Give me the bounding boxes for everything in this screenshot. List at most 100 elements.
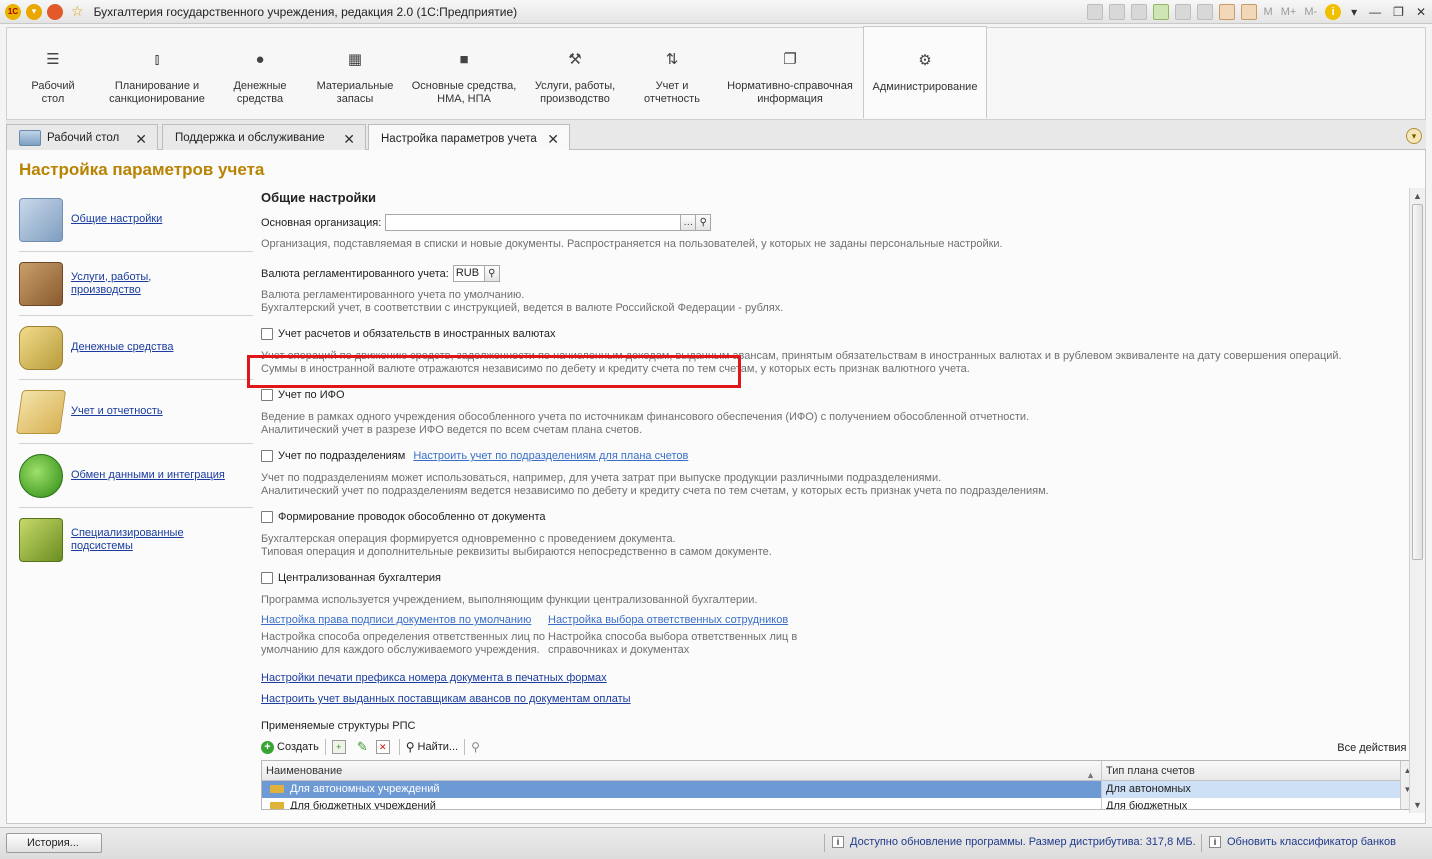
section-accounting[interactable]: ⇅ Учет и отчетность [627, 28, 717, 120]
memory-button-m-minus[interactable]: M- [1304, 6, 1317, 18]
entries-desc-1: Бухгалтерская операция формируется однов… [261, 533, 676, 545]
section-services[interactable]: ⚒ Услуги, работы, производство [523, 28, 627, 120]
scroll-down-icon[interactable]: ▼ [1410, 797, 1425, 813]
dept-checkbox[interactable] [261, 450, 273, 462]
update-message[interactable]: i Доступно обновление программы. Размер … [832, 836, 1196, 848]
ifo-row: Учет по ИФО [261, 389, 345, 401]
restore-icon[interactable]: ❐ [1393, 5, 1404, 19]
nav-item-exchange[interactable]: Обмен данными и интеграция [19, 444, 253, 508]
org-field-highlight [247, 355, 741, 388]
close-tab-icon[interactable]: ✕ [343, 131, 355, 148]
column-name[interactable]: Наименование ▲ [262, 761, 1102, 781]
window-title: Бухгалтерия государственного учреждения,… [93, 4, 518, 19]
create-button[interactable]: + Создать [261, 740, 319, 754]
update-banks-message[interactable]: i Обновить классификатор банков [1209, 836, 1396, 848]
close-tab-icon[interactable]: ✕ [547, 131, 559, 148]
table-row[interactable]: Для бюджетных учреждений Для бюджетных [262, 798, 1414, 809]
cancel-search-button[interactable]: ⚲ [471, 740, 480, 754]
delete-button[interactable]: ✕ [375, 740, 393, 754]
prefix-print-link[interactable]: Настройки печати префикса номера докумен… [261, 672, 607, 684]
select-button[interactable]: … [680, 214, 697, 231]
link-icon[interactable] [1196, 4, 1213, 20]
history-button[interactable]: История... [6, 833, 102, 853]
status-bar: История... i Доступно обновление програм… [0, 827, 1432, 859]
foreign-currency-row: Учет расчетов и обязательств в иностранн… [261, 328, 556, 340]
nav-item-services[interactable]: Услуги, работы, производство [19, 252, 253, 316]
central-checkbox[interactable] [261, 572, 273, 584]
all-actions-button[interactable]: Все действия ▾ [1337, 741, 1415, 754]
section-panel: ☰ Рабочий стол ⫾ Планирование и санкцион… [6, 26, 1426, 120]
scroll-thumb[interactable] [1412, 204, 1423, 560]
add-favorite-icon[interactable] [1152, 4, 1169, 20]
responsible-link[interactable]: Настройка выбора ответственных сотрудник… [548, 614, 788, 627]
sign-rights-link[interactable]: Настройка права подписи документов по ум… [261, 614, 531, 627]
form-scrollbar[interactable]: ▲ ▼ [1409, 188, 1425, 813]
currency-row: Валюта регламентированного учета: RUB ⚲ [261, 265, 500, 282]
nav-item-money[interactable]: Денежные средства [19, 316, 253, 380]
tools-icon: ⚒ [568, 51, 582, 68]
foreign-currency-checkbox[interactable] [261, 328, 273, 340]
info-icon[interactable]: i [1325, 4, 1342, 20]
resp-desc-1: Настройка способа выбора ответственных л… [548, 631, 798, 643]
nav-item-reporting[interactable]: Учет и отчетность [15, 380, 253, 444]
grid-icon: ▦ [347, 51, 363, 68]
settings-nav: Общие настройки Услуги, работы, производ… [15, 188, 253, 572]
section-administration[interactable]: ⚙ Администрирование [863, 26, 987, 118]
menu-dropdown-icon[interactable]: ▾ [26, 3, 42, 20]
section-materials[interactable]: ▦ Материальные запасы [305, 28, 405, 120]
copy-button[interactable]: + [331, 740, 349, 754]
calculator-icon[interactable] [1218, 4, 1235, 20]
close-tab-icon[interactable]: ✕ [135, 131, 147, 148]
memory-button-m-plus[interactable]: M+ [1281, 6, 1297, 18]
entries-checkbox[interactable] [261, 511, 273, 523]
ifo-checkbox[interactable] [261, 389, 273, 401]
print-icon[interactable] [1108, 4, 1125, 20]
section-reference[interactable]: ❐ Нормативно-справочная информация [717, 28, 863, 120]
truck-icon: ■ [459, 51, 469, 68]
ledger-icon: ⇅ [665, 51, 679, 68]
chevron-down-icon[interactable]: ▾ [1351, 5, 1357, 19]
section-money[interactable]: ● Денежные средства [215, 28, 305, 120]
rps-heading: Применяемые структуры РПС [261, 720, 416, 732]
chevron-down-icon[interactable]: ▾ [1406, 128, 1422, 144]
app-logo-icon[interactable]: 1С [5, 3, 21, 20]
edit-button[interactable]: ✎ [357, 739, 368, 755]
calendar-icon[interactable] [1240, 4, 1257, 20]
minimize-icon[interactable]: — [1369, 5, 1381, 19]
preview-icon[interactable] [1130, 4, 1147, 20]
tab-accounting-settings[interactable]: Настройка параметров учета ✕ [368, 124, 570, 152]
currency-input[interactable]: RUB [452, 265, 485, 282]
dept-desc-1: Учет по подразделениям может использоват… [261, 472, 942, 484]
save-icon[interactable] [1086, 4, 1103, 20]
memory-button-m[interactable]: M [1264, 6, 1273, 18]
close-icon[interactable]: ✕ [1416, 5, 1426, 19]
report-icon [15, 389, 67, 434]
record-icon[interactable] [47, 3, 63, 20]
advances-link[interactable]: Настроить учет выданных поставщикам аван… [261, 693, 631, 705]
search-icon[interactable]: ⚲ [483, 265, 500, 282]
favorites-star-icon[interactable]: ☆ [71, 3, 84, 20]
home-icon[interactable] [1174, 4, 1191, 20]
search-icon[interactable]: ⚲ [695, 214, 712, 231]
ifo-desc-1: Ведение в рамках одного учреждения обосо… [261, 411, 1030, 423]
nav-item-subsystems[interactable]: Специализированные подсистемы [19, 508, 253, 572]
tab-desktop[interactable]: Рабочий стол ✕ [6, 124, 158, 151]
copy-icon: + [331, 740, 346, 754]
section-desktop[interactable]: ☰ Рабочий стол [7, 28, 99, 120]
section-fixed-assets[interactable]: ■ Основные средства, НМА, НПА [405, 28, 523, 120]
section-planning[interactable]: ⫾ Планирование и санкционирование [99, 28, 215, 120]
column-chart-type[interactable]: Тип плана счетов [1102, 761, 1402, 781]
org-desc: Организация, подставляемая в списки и но… [261, 238, 1003, 250]
find-button[interactable]: ⚲ Найти... [406, 740, 458, 754]
documents-icon: ❐ [783, 51, 797, 68]
entries-desc-2: Типовая операция и дополнительные реквиз… [261, 546, 772, 558]
ifo-desc-2: Аналитический учет в разрезе ИФО ведется… [261, 424, 643, 436]
nav-item-general[interactable]: Общие настройки [19, 188, 253, 252]
desktop-icon [19, 130, 41, 146]
table-row[interactable]: Для автономных учреждений Для автономных [262, 781, 1414, 798]
tab-support[interactable]: Поддержка и обслуживание ✕ [162, 124, 366, 151]
dept-setup-link[interactable]: Настроить учет по подразделениям для пла… [413, 450, 688, 462]
scroll-up-icon[interactable]: ▲ [1410, 188, 1425, 204]
org-input[interactable] [385, 214, 682, 231]
building-icon [19, 197, 63, 242]
